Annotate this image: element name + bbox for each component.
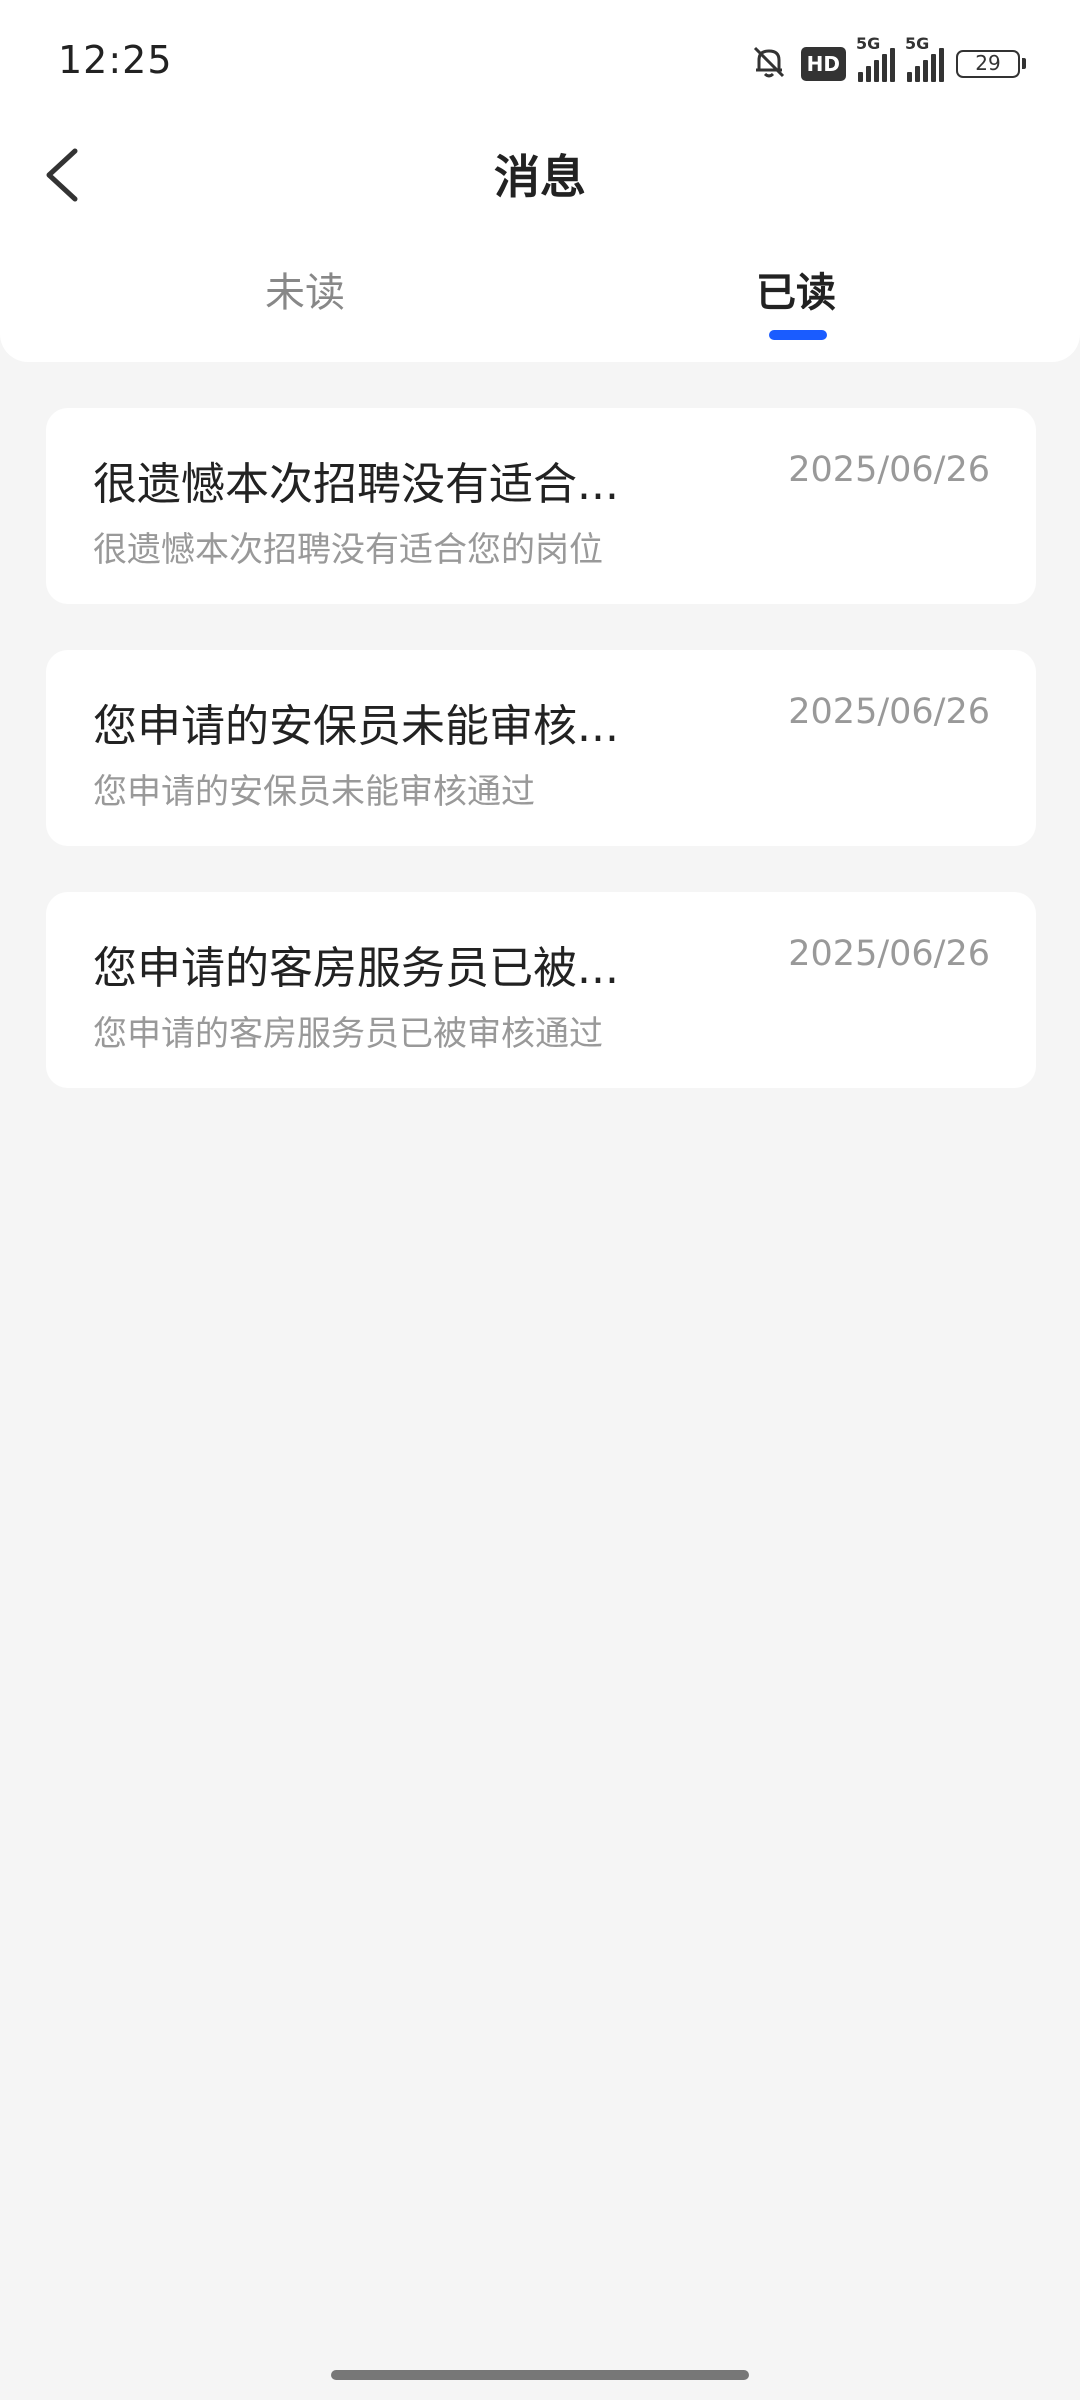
message-date: 2025/06/26 bbox=[788, 692, 990, 732]
bell-off-icon bbox=[749, 42, 789, 86]
message-title: 您申请的客房服务员已被... bbox=[93, 943, 619, 994]
message-card[interactable]: 很遗憾本次招聘没有适合... 2025/06/26 很遗憾本次招聘没有适合您的岗… bbox=[46, 408, 1036, 604]
battery-level: 29 bbox=[975, 51, 1001, 75]
tab-read[interactable]: 已读 bbox=[646, 260, 946, 318]
signal-5g-icon: 5G bbox=[856, 34, 895, 82]
message-card[interactable]: 您申请的客房服务员已被... 2025/06/26 您申请的客房服务员已被审核通… bbox=[46, 892, 1036, 1088]
status-icons: HD 5G 5G 29 bbox=[749, 34, 1026, 88]
tab-unread[interactable]: 未读 bbox=[155, 260, 455, 318]
message-title: 您申请的安保员未能审核... bbox=[93, 701, 619, 752]
network-label: 5G bbox=[905, 34, 930, 53]
page-header: 消息 未读 已读 bbox=[0, 125, 1080, 362]
page-title: 消息 bbox=[494, 150, 586, 204]
message-date: 2025/06/26 bbox=[788, 934, 990, 974]
message-summary: 您申请的客房服务员已被审核通过 bbox=[93, 1014, 603, 1054]
signal-5g-icon: 5G bbox=[905, 34, 944, 82]
message-date: 2025/06/26 bbox=[788, 450, 990, 490]
message-card[interactable]: 您申请的安保员未能审核... 2025/06/26 您申请的安保员未能审核通过 bbox=[46, 650, 1036, 846]
network-label: 5G bbox=[856, 34, 881, 53]
active-tab-indicator bbox=[769, 330, 827, 340]
battery-icon: 29 bbox=[956, 50, 1026, 78]
status-bar: 12:25 HD 5G 5G 29 bbox=[0, 0, 1080, 125]
message-summary: 很遗憾本次招聘没有适合您的岗位 bbox=[93, 530, 603, 570]
hd-voice-icon: HD bbox=[800, 47, 846, 81]
status-time: 12:25 bbox=[58, 38, 173, 82]
home-indicator[interactable] bbox=[331, 2370, 749, 2380]
message-summary: 您申请的安保员未能审核通过 bbox=[93, 772, 535, 812]
message-title: 很遗憾本次招聘没有适合... bbox=[93, 459, 619, 510]
message-list: 很遗憾本次招聘没有适合... 2025/06/26 很遗憾本次招聘没有适合您的岗… bbox=[46, 408, 1036, 1134]
